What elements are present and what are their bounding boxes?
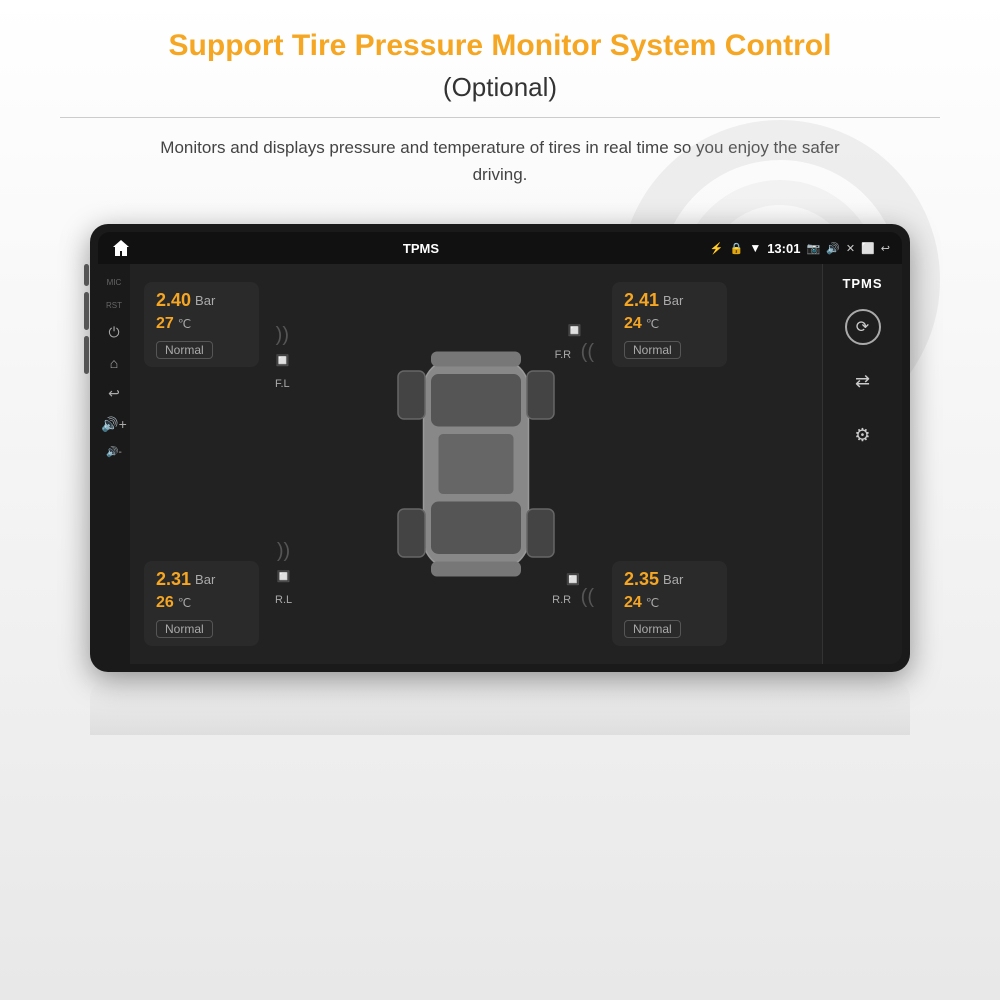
tire-fl-temp-unit: ℃	[178, 317, 191, 331]
speaker-icon[interactable]: 🔊	[826, 242, 840, 255]
tire-rr-temp-unit: ℃	[646, 596, 659, 610]
tire-fl-temp: 27	[156, 315, 174, 333]
time-display: 13:01	[767, 241, 800, 256]
sidebar-back-icon[interactable]: ↩	[108, 385, 120, 402]
tire-fl-pressure-row: 2.40 Bar	[156, 290, 247, 311]
tire-rl-temp-unit: ℃	[178, 596, 191, 610]
status-icons: ⚡ 🔒 ▼ 13:01 📷 🔊 ✕ ⬜ ↩	[710, 241, 890, 256]
tire-rl-pressure-unit: Bar	[195, 572, 215, 587]
settings-icon[interactable]: ⚙	[845, 417, 881, 453]
tire-fl-pressure-unit: Bar	[195, 293, 215, 308]
rl-sensor-wave: )) 🔲 R.L	[275, 540, 292, 609]
tire-fr-temp-row: 24 ℃	[624, 315, 715, 333]
tire-rr-temp: 24	[624, 594, 642, 612]
close-icon[interactable]: ✕	[846, 242, 855, 255]
side-btn-vol-up[interactable]	[84, 292, 89, 330]
transfer-icon[interactable]: ⇄	[845, 363, 881, 399]
tire-fr-pressure-unit: Bar	[663, 293, 683, 308]
tpms-panel: TPMS ⟳ ⇄ ⚙	[822, 264, 902, 664]
page-wrapper: Support Tire Pressure Monitor System Con…	[0, 0, 1000, 1000]
side-btn-vol-down[interactable]	[84, 336, 89, 374]
rst-label: RST	[106, 301, 122, 310]
tire-rr-pressure-row: 2.35 Bar	[624, 569, 715, 590]
home-icon[interactable]	[110, 237, 132, 259]
rl-tire-icon: 🔲	[277, 571, 291, 583]
screen: TPMS ⚡ 🔒 ▼ 13:01 📷 🔊 ✕ ⬜ ↩ M	[98, 232, 902, 664]
sidebar-vol-down-icon[interactable]: 🔊-	[106, 447, 122, 458]
tire-rl-temp: 26	[156, 594, 174, 612]
rr-tire-icon: 🔲	[552, 573, 594, 586]
tire-fr-status: Normal	[624, 341, 681, 359]
tire-rr-status: Normal	[624, 620, 681, 638]
tire-rr-pressure-unit: Bar	[663, 572, 683, 587]
tire-fr-pressure: 2.41	[624, 290, 659, 311]
tire-fl-pressure: 2.40	[156, 290, 191, 311]
left-sidebar: MIC RST ⏻ ⌂ ↩ 🔊+ 🔊-	[98, 264, 130, 664]
tire-fr-temp-unit: ℃	[646, 317, 659, 331]
sidebar-vol-up-icon[interactable]: 🔊+	[101, 416, 127, 433]
device-reflection	[90, 680, 910, 735]
side-btn-1[interactable]	[84, 264, 89, 286]
usb-icon: ⚡	[710, 242, 724, 255]
main-title: Support Tire Pressure Monitor System Con…	[60, 28, 940, 64]
mic-label: MIC	[107, 278, 122, 287]
car-top-view	[376, 314, 576, 614]
fl-tire-icon: 🔲	[275, 354, 289, 367]
status-bar-title: TPMS	[140, 241, 702, 256]
rl-label: R.L	[275, 594, 292, 606]
tire-fl-temp-row: 27 ℃	[156, 315, 247, 333]
tire-rl-pressure-row: 2.31 Bar	[156, 569, 247, 590]
sidebar-home-icon[interactable]: ⌂	[110, 355, 118, 371]
tire-rr-temp-row: 24 ℃	[624, 594, 715, 612]
fl-label: F.L	[275, 378, 290, 390]
side-buttons	[84, 264, 89, 374]
tpms-panel-label: TPMS	[842, 276, 882, 291]
tpms-content: 2.40 Bar 27 ℃ Normal )) 🔲 F.L	[130, 264, 822, 664]
subtitle: (Optional)	[60, 72, 940, 103]
device-frame: TPMS ⚡ 🔒 ▼ 13:01 📷 🔊 ✕ ⬜ ↩ M	[90, 224, 910, 672]
divider	[60, 117, 940, 118]
tire-fr-pressure-row: 2.41 Bar	[624, 290, 715, 311]
tire-rl-box: 2.31 Bar 26 ℃ Normal	[144, 561, 259, 646]
camera-icon[interactable]: 📷	[806, 242, 820, 255]
tpms-main: MIC RST ⏻ ⌂ ↩ 🔊+ 🔊- 2.40 Bar	[98, 264, 902, 664]
status-bar: TPMS ⚡ 🔒 ▼ 13:01 📷 🔊 ✕ ⬜ ↩	[98, 232, 902, 264]
window-icon[interactable]: ⬜	[861, 242, 875, 255]
back-icon[interactable]: ↩	[881, 242, 890, 255]
rr-label: R.R	[552, 594, 571, 606]
tire-fl-status: Normal	[156, 341, 213, 359]
wifi-icon: ▼	[749, 241, 761, 255]
tire-fl-box: 2.40 Bar 27 ℃ Normal	[144, 282, 259, 367]
tire-fr-box: 2.41 Bar 24 ℃ Normal	[612, 282, 727, 367]
rr-sensor-wave: 🔲 R.R ((	[552, 573, 594, 609]
tire-rl-pressure: 2.31	[156, 569, 191, 590]
lock-icon: 🔒	[730, 242, 744, 255]
tire-rl-status: Normal	[156, 620, 213, 638]
tire-fr-temp: 24	[624, 315, 642, 333]
status-left	[110, 237, 132, 259]
power-icon[interactable]: ⏻	[108, 324, 119, 341]
sync-icon[interactable]: ⟳	[845, 309, 881, 345]
tire-rl-temp-row: 26 ℃	[156, 594, 247, 612]
tire-rr-pressure: 2.35	[624, 569, 659, 590]
tire-rr-box: 2.35 Bar 24 ℃ Normal	[612, 561, 727, 646]
fl-sensor-wave: )) 🔲 F.L	[275, 324, 290, 393]
